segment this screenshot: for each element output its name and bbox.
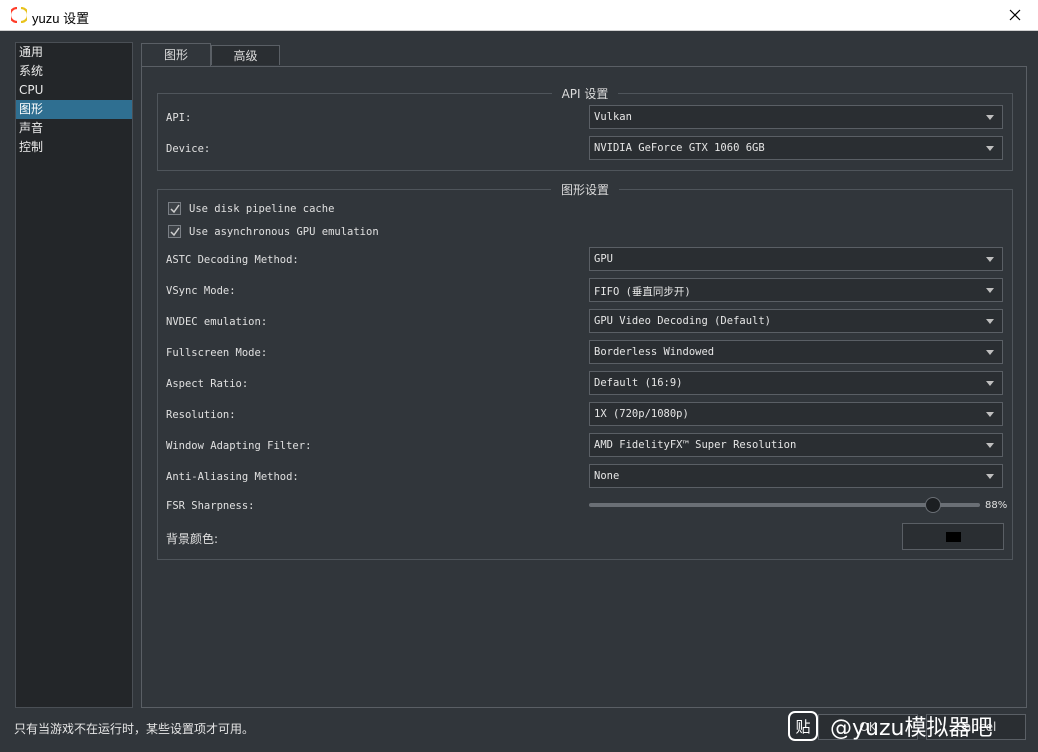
- close-icon: [1009, 9, 1021, 21]
- chevron-down-icon: [986, 115, 994, 120]
- yuzu-logo-icon: [11, 7, 27, 23]
- fsr-sharpness-slider[interactable]: [589, 503, 980, 507]
- async-gpu-checkbox[interactable]: [168, 225, 181, 238]
- aspect-ratio-label: Aspect Ratio:: [166, 378, 249, 390]
- api-group-title: API 设置: [158, 85, 1012, 102]
- settings-sidebar: 通用 系统 CPU 图形 声音 控制: [15, 42, 133, 708]
- vsync-select[interactable]: FIFO (垂直同步开): [589, 278, 1003, 302]
- graphics-group-title: 图形设置: [158, 181, 1012, 198]
- tab-graphics[interactable]: 图形: [141, 43, 211, 67]
- nvdec-select[interactable]: GPU Video Decoding (Default): [589, 309, 1003, 333]
- anti-aliasing-label: Anti-Aliasing Method:: [166, 471, 299, 483]
- checkmark-icon: [170, 204, 180, 214]
- watermark: 贴 @yuzu模拟器吧: [788, 710, 992, 742]
- title-bar: yuzu 设置: [0, 0, 1038, 31]
- fullscreen-label: Fullscreen Mode:: [166, 347, 268, 359]
- astc-label: ASTC Decoding Method:: [166, 254, 299, 266]
- disk-cache-checkbox[interactable]: [168, 202, 181, 215]
- tieba-icon: 贴: [788, 711, 818, 741]
- fsr-sharpness-value: 88%: [985, 500, 1008, 511]
- sidebar-item-system[interactable]: 系统: [16, 62, 132, 81]
- sidebar-item-cpu[interactable]: CPU: [16, 81, 132, 100]
- sidebar-item-audio[interactable]: 声音: [16, 119, 132, 138]
- fullscreen-select[interactable]: Borderless Windowed: [589, 340, 1003, 364]
- sidebar-item-general[interactable]: 通用: [16, 43, 132, 62]
- chevron-down-icon: [986, 412, 994, 417]
- astc-select[interactable]: GPU: [589, 247, 1003, 271]
- graphics-panel: API 设置 API: Vulkan Device: NVIDIA GeForc…: [141, 66, 1027, 708]
- chevron-down-icon: [986, 257, 994, 262]
- tab-advanced[interactable]: 高级: [211, 45, 280, 65]
- status-text: 只有当游戏不在运行时，某些设置项才可用。: [14, 722, 255, 736]
- sidebar-item-graphics[interactable]: 图形: [16, 100, 132, 119]
- background-color-button[interactable]: [902, 523, 1004, 550]
- chevron-down-icon: [986, 474, 994, 479]
- resolution-label: Resolution:: [166, 409, 236, 421]
- async-gpu-label: Use asynchronous GPU emulation: [189, 226, 379, 238]
- checkmark-icon: [170, 227, 180, 237]
- chevron-down-icon: [986, 146, 994, 151]
- color-swatch: [946, 532, 961, 542]
- api-settings-group: API 设置 API: Vulkan Device: NVIDIA GeForc…: [157, 87, 1013, 171]
- aspect-ratio-select[interactable]: Default (16:9): [589, 371, 1003, 395]
- watermark-text: @yuzu模拟器吧: [830, 716, 993, 741]
- anti-aliasing-select[interactable]: None: [589, 464, 1003, 488]
- device-select[interactable]: NVIDIA GeForce GTX 1060 6GB: [589, 136, 1003, 160]
- chevron-down-icon: [986, 350, 994, 355]
- chevron-down-icon: [986, 381, 994, 386]
- resolution-select[interactable]: 1X (720p/1080p): [589, 402, 1003, 426]
- nvdec-label: NVDEC emulation:: [166, 316, 268, 328]
- api-select[interactable]: Vulkan: [589, 105, 1003, 129]
- fsr-sharpness-handle[interactable]: [925, 497, 942, 513]
- disk-cache-label: Use disk pipeline cache: [189, 203, 335, 215]
- filter-label: Window Adapting Filter:: [166, 440, 312, 452]
- fsr-sharpness-label: FSR Sharpness:: [166, 500, 255, 512]
- chevron-down-icon: [986, 288, 994, 293]
- api-label: API:: [166, 112, 192, 124]
- chevron-down-icon: [986, 319, 994, 324]
- device-label: Device:: [166, 143, 211, 155]
- chevron-down-icon: [986, 443, 994, 448]
- filter-select[interactable]: AMD FidelityFX™ Super Resolution: [589, 433, 1003, 457]
- window-title: yuzu 设置: [32, 11, 90, 26]
- background-color-label: 背景颜色:: [166, 532, 219, 546]
- close-button[interactable]: [992, 0, 1038, 30]
- graphics-settings-group: 图形设置 Use disk pipeline cache Use asynchr…: [157, 183, 1013, 560]
- sidebar-item-controls[interactable]: 控制: [16, 138, 132, 157]
- vsync-label: VSync Mode:: [166, 285, 236, 297]
